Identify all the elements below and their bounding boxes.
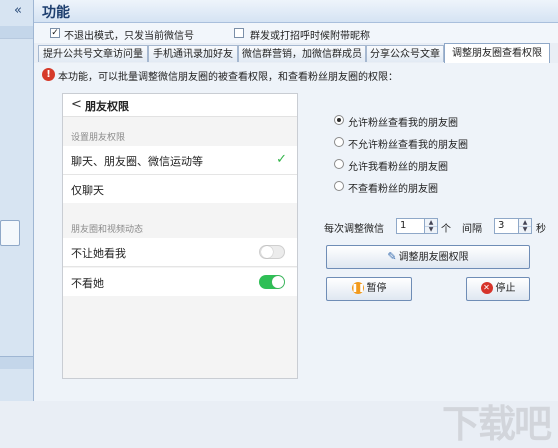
pencil-icon: ✎ xyxy=(387,250,397,263)
interval-unit: 秒 xyxy=(536,224,546,235)
back-arrow-icon: < xyxy=(71,97,82,112)
main-panel: ! 本功能，可以批量调整微信朋友圈的被查看权限，和查看粉丝朋友圈的权限： < 朋… xyxy=(34,63,558,446)
info-text: 本功能，可以批量调整微信朋友圈的被查看权限，和查看粉丝朋友圈的权限： xyxy=(58,72,398,83)
tab-article-views[interactable]: 提升公共号文章访问量 xyxy=(38,45,148,62)
toggle-knob xyxy=(272,276,284,288)
interval-value: 3 xyxy=(498,220,505,231)
radio-deny-fans-view[interactable] xyxy=(334,137,344,147)
per-adjust-value: 1 xyxy=(400,220,407,231)
stop-button[interactable]: ✕ 停止 xyxy=(466,277,530,301)
stop-label: 停止 xyxy=(495,283,516,294)
phone-preview: < 朋友权限 设置朋友权限 聊天、朋友圈、微信运动等 ✓ 仅聊天 朋友圈和视频动… xyxy=(62,93,298,379)
left-pane-divider xyxy=(0,38,33,39)
per-adjust-unit: 个 xyxy=(441,224,451,235)
adjust-permissions-button[interactable]: ✎ 调整朋友圈权限 xyxy=(326,245,530,269)
section-header: 功能 xyxy=(34,0,558,23)
phone-title-bar: < 朋友权限 xyxy=(63,94,297,117)
left-pane: « xyxy=(0,0,34,401)
per-adjust-label: 每次调整微信 xyxy=(324,224,384,235)
left-pane-footer xyxy=(0,356,33,369)
radio-deny-fans-view-label: 不允许粉丝查看我的朋友圈 xyxy=(348,140,468,151)
stop-icon: ✕ xyxy=(480,282,493,294)
section-title: 功能 xyxy=(42,5,70,21)
hide-her-toggle-on xyxy=(259,275,285,289)
radio-view-fans-moments-label: 允许我看粉丝的朋友圈 xyxy=(348,162,448,173)
stepper-arrows: ▲ ▼ xyxy=(424,219,437,233)
option-chat-only-label: 仅聊天 xyxy=(71,184,104,197)
tab-bar: 提升公共号文章访问量 手机通讯录加好友 微信群营销，加微信群成员 分享公众号文章… xyxy=(34,43,558,64)
tab-share-articles[interactable]: 分享公众号文章 xyxy=(366,45,444,62)
no-exit-mode-checkbox[interactable]: ✓ xyxy=(50,28,60,38)
pause-label: 暂停 xyxy=(366,283,387,294)
row-hide-her: 不看她 xyxy=(63,268,297,296)
tab-contacts-add-friends[interactable]: 手机通讯录加好友 xyxy=(148,45,238,62)
no-exit-mode-label: 不退出模式，只发当前微信号 xyxy=(64,31,194,42)
radio-view-fans-moments[interactable] xyxy=(334,159,344,169)
checkmark-icon: ✓ xyxy=(276,152,287,167)
toggle-knob xyxy=(261,246,273,258)
interval-stepper[interactable]: 3 ▲ ▼ xyxy=(494,218,532,234)
hide-her-label: 不看她 xyxy=(71,277,104,290)
radio-hide-fans-moments-label: 不查看粉丝的朋友圈 xyxy=(348,184,438,195)
tab-moments-permissions[interactable]: 调整朋友圈查看权限 xyxy=(444,43,550,64)
per-adjust-stepper[interactable]: 1 ▲ ▼ xyxy=(396,218,438,234)
block-me-toggle-off xyxy=(259,245,285,259)
radio-hide-fans-moments[interactable] xyxy=(334,181,344,191)
pause-icon: ❚❚ xyxy=(351,282,365,294)
pause-button[interactable]: ❚❚ 暂停 xyxy=(326,277,412,301)
section-label-permissions: 设置朋友权限 xyxy=(71,133,126,143)
stepper-down-icon[interactable]: ▼ xyxy=(519,226,531,233)
left-pane-item[interactable] xyxy=(0,220,20,246)
stepper-arrows: ▲ ▼ xyxy=(518,219,531,233)
block-me-label: 不让她看我 xyxy=(71,247,126,260)
interval-label: 间隔 xyxy=(462,224,482,235)
radio-allow-fans-view-label: 允许粉丝查看我的朋友圈 xyxy=(348,118,458,129)
stepper-down-icon[interactable]: ▼ xyxy=(425,226,437,233)
collapse-button[interactable]: « xyxy=(6,2,30,20)
options-row: ✓ 不退出模式，只发当前微信号 群发或打招呼时候附带昵称 xyxy=(34,23,558,44)
nickname-label: 群发或打招呼时候附带昵称 xyxy=(250,31,370,42)
option-all-features: 聊天、朋友圈、微信运动等 ✓ xyxy=(63,146,297,175)
section-label-moments: 朋友圈和视频动态 xyxy=(71,225,144,235)
option-all-features-label: 聊天、朋友圈、微信运动等 xyxy=(71,155,203,168)
option-chat-only: 仅聊天 xyxy=(63,175,297,203)
tab-group-marketing[interactable]: 微信群营销，加微信群成员 xyxy=(238,45,366,62)
phone-title: 朋友权限 xyxy=(85,100,129,113)
nickname-checkbox[interactable] xyxy=(234,28,244,38)
warning-icon: ! xyxy=(42,68,55,81)
row-block-me: 不让她看我 xyxy=(63,238,297,267)
radio-allow-fans-view[interactable] xyxy=(334,115,344,125)
adjust-permissions-label: 调整朋友圈权限 xyxy=(398,252,469,263)
watermark-logo: 下载吧 xyxy=(442,402,552,446)
